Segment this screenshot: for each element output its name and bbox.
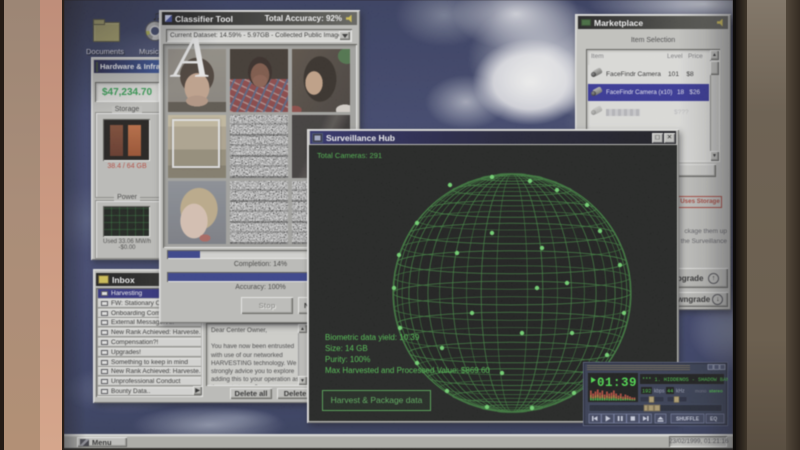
svg-text:stereo: stereo: [709, 389, 723, 394]
svg-text:kbps: kbps: [654, 389, 665, 395]
svg-text:01:39: 01:39: [597, 376, 637, 390]
svg-text:192: 192: [642, 389, 651, 395]
svg-text:SHUFFLE: SHUFFLE: [676, 417, 700, 423]
svg-text:EQ: EQ: [710, 417, 717, 423]
svg-text:mono: mono: [695, 389, 707, 394]
svg-text:44: 44: [667, 389, 673, 395]
svg-text:kHz: kHz: [676, 389, 685, 395]
svg-text:*** 1. HIDDENOS - SHADOW BANDS: *** 1. HIDDENOS - SHADOW BANDS: [642, 377, 728, 383]
